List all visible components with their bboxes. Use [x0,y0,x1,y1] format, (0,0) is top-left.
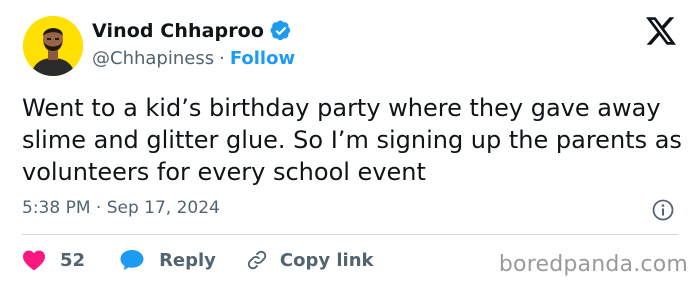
action-bar: 52 Reply Copy link [22,246,374,274]
link-icon [247,250,267,270]
copy-link-label: Copy link [279,249,374,271]
reply-label: Reply [159,249,216,271]
avatar[interactable] [23,16,83,76]
reply-button[interactable]: Reply [119,248,216,272]
heart-icon [23,250,45,271]
author-name[interactable]: Vinod Chhaproo [92,20,264,42]
x-logo-icon[interactable] [646,17,676,45]
like-button[interactable]: 52 [22,249,85,271]
author-name-row: Vinod Chhaproo [92,19,292,43]
watermark: boredpanda.com [498,252,688,277]
separator-dot: · [219,48,225,69]
like-count: 52 [60,249,86,271]
verified-badge-icon [270,20,291,41]
divider [22,234,678,235]
tweet-timestamp[interactable]: 5:38 PM · Sep 17, 2024 [22,198,220,218]
copy-link-button[interactable]: Copy link [246,249,374,271]
tweet-text: Went to a kid’s birthday party where the… [22,94,682,186]
info-icon[interactable] [651,198,675,222]
author-handle-row: @Chhapiness · Follow [92,48,295,69]
author-handle[interactable]: @Chhapiness [92,48,214,69]
follow-button[interactable]: Follow [230,48,295,69]
speech-bubble-icon [120,250,144,270]
avatar-image [23,16,83,76]
